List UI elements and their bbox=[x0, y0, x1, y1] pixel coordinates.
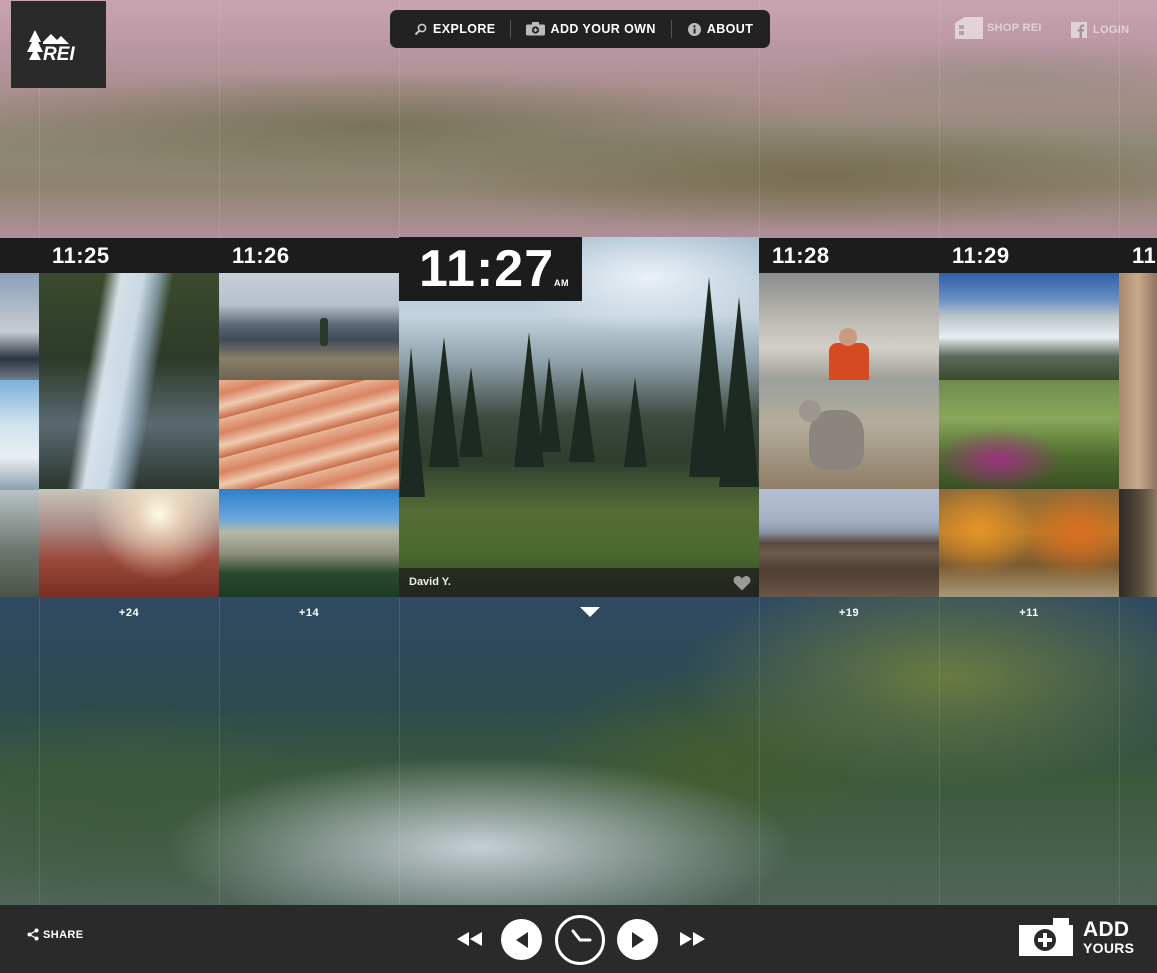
photo-thumbnail[interactable] bbox=[0, 273, 39, 380]
about-link[interactable]: ABOUT bbox=[672, 10, 753, 48]
previous-button[interactable] bbox=[501, 919, 542, 960]
yours-label: YOURS bbox=[1083, 940, 1135, 956]
top-navigation: EXPLORE ADD YOUR OWN ABOUT bbox=[390, 10, 770, 48]
rewind-icon[interactable] bbox=[456, 932, 484, 946]
photo-alpine-lake[interactable] bbox=[939, 273, 1119, 380]
bottom-background-photo bbox=[0, 597, 1157, 907]
camera-icon bbox=[525, 22, 545, 36]
share-icon bbox=[27, 928, 39, 941]
heart-icon[interactable] bbox=[733, 575, 751, 591]
share-label: SHARE bbox=[43, 928, 84, 941]
photo-hiker-summit[interactable] bbox=[219, 273, 399, 380]
explore-label: EXPLORE bbox=[433, 22, 496, 36]
rei-logo-icon: REI bbox=[26, 29, 75, 62]
photo-count-1126[interactable]: +14 bbox=[279, 607, 339, 619]
play-left-icon bbox=[515, 931, 528, 948]
photo-rocky-peak[interactable] bbox=[219, 489, 399, 597]
add-label: ADD bbox=[1083, 918, 1130, 941]
camera-plus-icon bbox=[1019, 918, 1073, 956]
add-your-own-label: ADD YOUR OWN bbox=[550, 22, 656, 36]
shop-rei-link[interactable]: SHOP REI bbox=[955, 17, 1042, 39]
clock-button[interactable] bbox=[555, 915, 605, 965]
login-link[interactable]: LOGIN bbox=[1071, 22, 1129, 38]
photo-thumbnail[interactable] bbox=[0, 490, 39, 597]
photo-climber-rock[interactable] bbox=[759, 273, 939, 380]
shop-rei-label: SHOP REI bbox=[987, 22, 1042, 34]
info-icon bbox=[687, 22, 701, 36]
featured-time-label: 11:27 bbox=[419, 240, 555, 298]
photo-thumbnail[interactable] bbox=[0, 380, 39, 490]
photo-thumbnail[interactable] bbox=[1119, 489, 1157, 597]
photo-wooden-dock[interactable] bbox=[759, 489, 939, 597]
logo-text: REI bbox=[43, 44, 75, 62]
explore-link[interactable]: EXPLORE bbox=[390, 10, 510, 48]
about-label: ABOUT bbox=[706, 22, 754, 36]
facebook-icon bbox=[1071, 22, 1087, 38]
photo-wildflowers[interactable] bbox=[939, 380, 1119, 489]
next-button[interactable] bbox=[617, 919, 658, 960]
store-icon bbox=[955, 17, 983, 39]
add-your-own-link[interactable]: ADD YOUR OWN bbox=[511, 10, 671, 48]
search-icon bbox=[414, 23, 427, 35]
am-pm-label: AM bbox=[554, 278, 569, 288]
time-label-1129: 11:29 bbox=[952, 243, 1010, 268]
clock-icon bbox=[571, 929, 592, 942]
add-yours-button[interactable]: ADD YOURS bbox=[1019, 918, 1134, 956]
fast-forward-icon[interactable] bbox=[678, 932, 706, 946]
bottom-toolbar: SHARE ADD YOURS bbox=[0, 905, 1157, 973]
featured-time: 11:27 AM bbox=[399, 237, 582, 301]
time-label-1128: 11:28 bbox=[772, 243, 830, 268]
time-label-partial: 11 bbox=[1132, 243, 1157, 268]
photo-author[interactable]: David Y. bbox=[409, 568, 451, 597]
photo-count-1125[interactable]: +24 bbox=[99, 607, 159, 619]
photo-slot-canyon[interactable] bbox=[219, 380, 399, 489]
play-right-icon bbox=[631, 931, 644, 948]
photo-koala[interactable] bbox=[759, 380, 939, 489]
rei-logo[interactable]: REI bbox=[11, 1, 106, 88]
photo-count-1128[interactable]: +19 bbox=[819, 607, 879, 619]
share-button[interactable]: SHARE bbox=[27, 928, 84, 941]
featured-caption-bar: David Y. bbox=[399, 568, 759, 597]
login-label: LOGIN bbox=[1093, 24, 1130, 36]
photo-waterfall[interactable] bbox=[39, 273, 219, 489]
time-label-1126: 11:26 bbox=[232, 243, 290, 268]
photo-sunburst-hills[interactable] bbox=[39, 489, 219, 597]
photo-autumn-path[interactable] bbox=[939, 489, 1119, 597]
expand-arrow-icon[interactable] bbox=[580, 607, 600, 617]
photo-thumbnail[interactable] bbox=[1119, 273, 1157, 489]
time-label-1125: 11:25 bbox=[52, 243, 110, 268]
photo-count-1129[interactable]: +11 bbox=[999, 607, 1059, 619]
